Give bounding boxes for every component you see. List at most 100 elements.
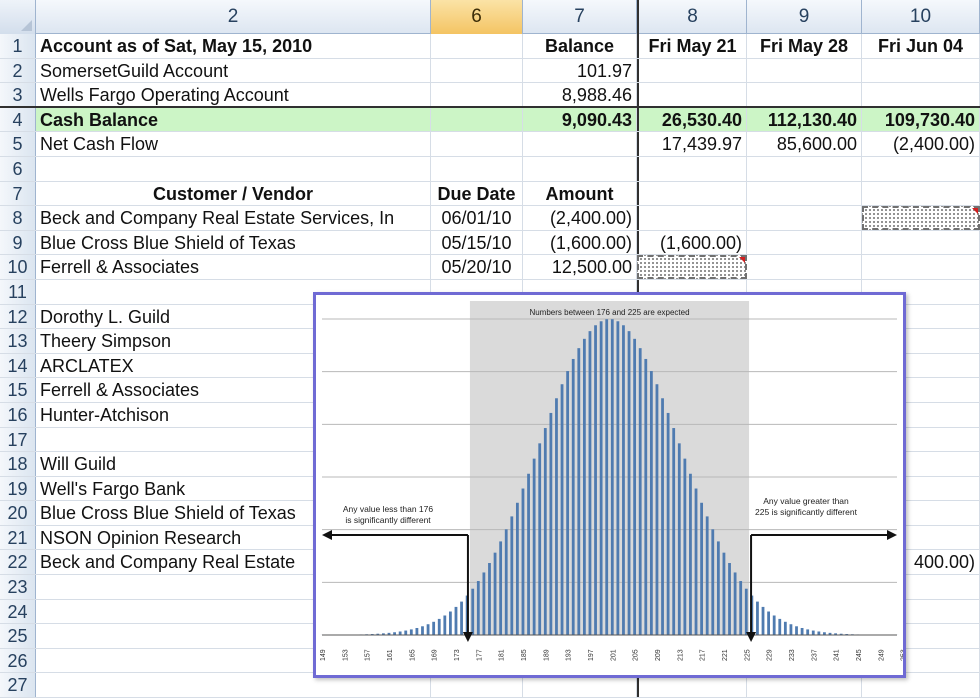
cell-r10-c6[interactable]: 05/20/10 xyxy=(431,255,523,279)
cell-r10-c9[interactable] xyxy=(747,255,862,279)
cell-r8-c8[interactable] xyxy=(637,206,747,230)
cell-r1-c8[interactable]: Fri May 21 xyxy=(637,34,747,58)
cell-r9-c2[interactable]: Blue Cross Blue Shield of Texas xyxy=(36,230,431,255)
cell-r1-c2[interactable]: Account as of Sat, May 15, 2010 xyxy=(36,34,431,58)
row-header-16[interactable]: 16 xyxy=(0,402,36,427)
cell-r1-c10[interactable]: Fri Jun 04 xyxy=(862,34,980,58)
row-header-2[interactable]: 2 xyxy=(0,58,36,83)
cell-r6-c8[interactable] xyxy=(637,156,747,181)
cell-r3-c2[interactable]: Wells Fargo Operating Account xyxy=(36,83,431,106)
row-header-4[interactable]: 4 xyxy=(0,107,36,132)
row-header-9[interactable]: 9 xyxy=(0,230,36,255)
row-header-3[interactable]: 3 xyxy=(0,83,36,106)
cell-r1-c7[interactable]: Balance xyxy=(523,34,637,58)
cell-r5-c2[interactable]: Net Cash Flow xyxy=(36,132,431,156)
row-header-11[interactable]: 11 xyxy=(0,279,36,304)
cell-r8-c2[interactable]: Beck and Company Real Estate Services, I… xyxy=(36,206,431,230)
row-header-12[interactable]: 12 xyxy=(0,304,36,329)
cell-r1-c6[interactable] xyxy=(431,34,523,58)
cell-r5-c9[interactable]: 85,600.00 xyxy=(747,132,862,156)
cell-r7-c6[interactable]: Due Date xyxy=(431,181,523,206)
row-header-18[interactable]: 18 xyxy=(0,452,36,476)
select-all-corner[interactable] xyxy=(0,0,36,34)
column-header-10[interactable]: 10 xyxy=(862,0,980,34)
cell-r9-c6[interactable]: 05/15/10 xyxy=(431,230,523,255)
row-header-5[interactable]: 5 xyxy=(0,132,36,156)
cell-r4-c6[interactable] xyxy=(431,107,523,132)
row-header-21[interactable]: 21 xyxy=(0,525,36,550)
cell-r2-c9[interactable] xyxy=(747,58,862,83)
cell-r4-c9[interactable]: 112,130.40 xyxy=(747,107,862,132)
cell-r4-c8[interactable]: 26,530.40 xyxy=(637,107,747,132)
cell-r3-c6[interactable] xyxy=(431,83,523,106)
column-header-8[interactable]: 8 xyxy=(637,0,747,34)
cell-r7-c7[interactable]: Amount xyxy=(523,181,637,206)
cell-r9-c9[interactable] xyxy=(747,230,862,255)
cell-r9-c10[interactable] xyxy=(862,230,980,255)
row-header-22[interactable]: 22 xyxy=(0,550,36,575)
cell-r2-c8[interactable] xyxy=(637,58,747,83)
tick-label: 233 xyxy=(789,649,796,661)
distribution-chart[interactable]: 149 153 157 161 165 169 173 177 181 185 189 193 197 2… xyxy=(313,292,906,678)
cell-r6-c6[interactable] xyxy=(431,156,523,181)
cell-r2-c10[interactable] xyxy=(862,58,980,83)
row-header-13[interactable]: 13 xyxy=(0,329,36,353)
row-header-6[interactable]: 6 xyxy=(0,156,36,181)
cell-r2-c6[interactable] xyxy=(431,58,523,83)
cell-r8-c9[interactable] xyxy=(747,206,862,230)
cell-r9-c7[interactable]: (1,600.00) xyxy=(523,230,637,255)
cell-r2-c7[interactable]: 101.97 xyxy=(523,58,637,83)
row-header-20[interactable]: 20 xyxy=(0,501,36,525)
cell-r8-c7[interactable]: (2,400.00) xyxy=(523,206,637,230)
cell-r4-c2[interactable]: Cash Balance xyxy=(36,107,431,132)
cell-r8-c10[interactable] xyxy=(862,206,980,230)
row-header-26[interactable]: 26 xyxy=(0,648,36,673)
cell-r10-c7[interactable]: 12,500.00 xyxy=(523,255,637,279)
row-header-25[interactable]: 25 xyxy=(0,624,36,648)
cell-r6-c7[interactable] xyxy=(523,156,637,181)
bar-203 xyxy=(622,325,625,635)
cell-r10-c10[interactable] xyxy=(862,255,980,279)
bar-204 xyxy=(627,331,631,635)
cell-r7-c10[interactable] xyxy=(862,181,980,206)
row-header-19[interactable]: 19 xyxy=(0,476,36,501)
column-header-9[interactable]: 9 xyxy=(747,0,862,34)
row-header-17[interactable]: 17 xyxy=(0,427,36,452)
tick-label: 181 xyxy=(499,649,506,661)
cell-r7-c2[interactable]: Customer / Vendor xyxy=(36,181,431,206)
cell-r7-c8[interactable] xyxy=(637,181,747,206)
cell-r9-c8[interactable]: (1,600.00) xyxy=(637,230,747,255)
cell-r10-c2[interactable]: Ferrell & Associates xyxy=(36,255,431,279)
row-header-14[interactable]: 14 xyxy=(0,353,36,378)
cell-r3-c10[interactable] xyxy=(862,83,980,106)
cell-r6-c2[interactable] xyxy=(36,156,431,181)
cell-r4-c10[interactable]: 109,730.40 xyxy=(862,107,980,132)
row-header-8[interactable]: 8 xyxy=(0,206,36,230)
row-header-27[interactable]: 27 xyxy=(0,673,36,698)
cell-r10-c8[interactable] xyxy=(637,255,747,279)
row-header-7[interactable]: 7 xyxy=(0,181,36,206)
cell-r6-c9[interactable] xyxy=(747,156,862,181)
column-header-6[interactable]: 6 xyxy=(431,0,523,34)
cell-r3-c9[interactable] xyxy=(747,83,862,106)
cell-r5-c10[interactable]: (2,400.00) xyxy=(862,132,980,156)
tick-label: 197 xyxy=(588,649,595,661)
cell-r3-c7[interactable]: 8,988.46 xyxy=(523,83,637,106)
cell-r5-c6[interactable] xyxy=(431,132,523,156)
row-header-10[interactable]: 10 xyxy=(0,255,36,279)
column-header-7[interactable]: 7 xyxy=(523,0,637,34)
cell-r2-c2[interactable]: SomersetGuild Account xyxy=(36,58,431,83)
cell-r7-c9[interactable] xyxy=(747,181,862,206)
cell-r6-c10[interactable] xyxy=(862,156,980,181)
cell-r8-c6[interactable]: 06/01/10 xyxy=(431,206,523,230)
row-header-15[interactable]: 15 xyxy=(0,378,36,402)
row-header-1[interactable]: 1 xyxy=(0,34,36,58)
column-header-2[interactable]: 2 xyxy=(36,0,431,34)
cell-r5-c7[interactable] xyxy=(523,132,637,156)
cell-r3-c8[interactable] xyxy=(637,83,747,106)
row-header-23[interactable]: 23 xyxy=(0,575,36,599)
row-header-24[interactable]: 24 xyxy=(0,599,36,624)
cell-r5-c8[interactable]: 17,439.97 xyxy=(637,132,747,156)
cell-r1-c9[interactable]: Fri May 28 xyxy=(747,34,862,58)
cell-r4-c7[interactable]: 9,090.43 xyxy=(523,107,637,132)
